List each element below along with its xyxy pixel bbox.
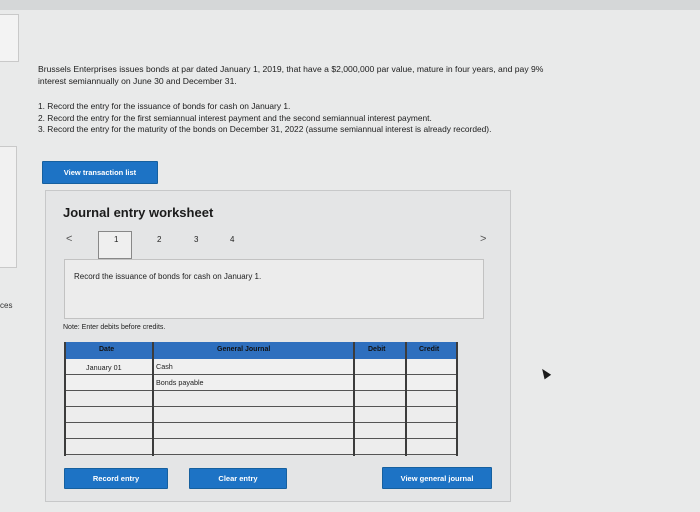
left-panel-handle[interactable]	[0, 146, 17, 268]
column-divider	[152, 342, 154, 456]
journal-table-header: Date General Journal Debit Credit	[64, 342, 458, 360]
task-item: 1. Record the entry for the issuance of …	[38, 101, 291, 111]
left-panel-tab[interactable]	[0, 14, 19, 62]
date-header: Date	[99, 346, 115, 353]
debit-credit-note: Note: Enter debits before credits.	[63, 324, 166, 331]
view-general-journal-button[interactable]: View general journal	[382, 467, 492, 489]
task-list: 1. Record the entry for the issuance of …	[38, 101, 688, 136]
table-row	[64, 407, 458, 423]
page-tab-2[interactable]: 2	[157, 235, 161, 244]
column-divider	[405, 342, 407, 456]
page-tab-3[interactable]: 3	[194, 235, 198, 244]
journal-table: Date General Journal Debit Credit Januar…	[64, 342, 458, 456]
table-row	[64, 439, 458, 455]
column-divider	[353, 342, 355, 456]
table-row: Bonds payable	[64, 375, 458, 391]
journal-entry-worksheet: Journal entry worksheet < 1 2 3 4 > Reco…	[45, 190, 511, 502]
side-label: ces	[0, 301, 13, 310]
mouse-cursor-icon	[538, 366, 552, 380]
worksheet-title: Journal entry worksheet	[63, 205, 214, 220]
table-border	[64, 342, 66, 456]
credit-header: Credit	[419, 346, 440, 353]
table-border	[456, 342, 458, 456]
table-row	[64, 423, 458, 439]
entry-description: Record the issuance of bonds for cash on…	[74, 272, 262, 281]
clear-entry-button[interactable]: Clear entry	[189, 468, 287, 489]
entry-description-box: Record the issuance of bonds for cash on…	[64, 259, 484, 319]
next-page-arrow-icon[interactable]: >	[480, 233, 486, 245]
page-tab-1[interactable]: 1	[114, 235, 118, 244]
table-row	[64, 391, 458, 407]
record-entry-button[interactable]: Record entry	[64, 468, 168, 489]
problem-statement: Brussels Enterprises issues bonds at par…	[38, 63, 688, 87]
task-item: 3. Record the entry for the maturity of …	[38, 124, 492, 134]
problem-line-1: Brussels Enterprises issues bonds at par…	[38, 64, 544, 74]
prev-page-arrow-icon[interactable]: <	[66, 233, 72, 245]
problem-line-2: interest semiannually on June 30 and Dec…	[38, 76, 237, 86]
table-row: January 01 Cash	[64, 359, 458, 375]
page-tab-4[interactable]: 4	[230, 235, 234, 244]
view-transaction-list-button[interactable]: View transaction list	[42, 161, 158, 184]
top-bar	[0, 0, 700, 10]
debit-header: Debit	[368, 346, 386, 353]
task-item: 2. Record the entry for the first semian…	[38, 112, 432, 123]
general-journal-header: General Journal	[217, 346, 271, 353]
